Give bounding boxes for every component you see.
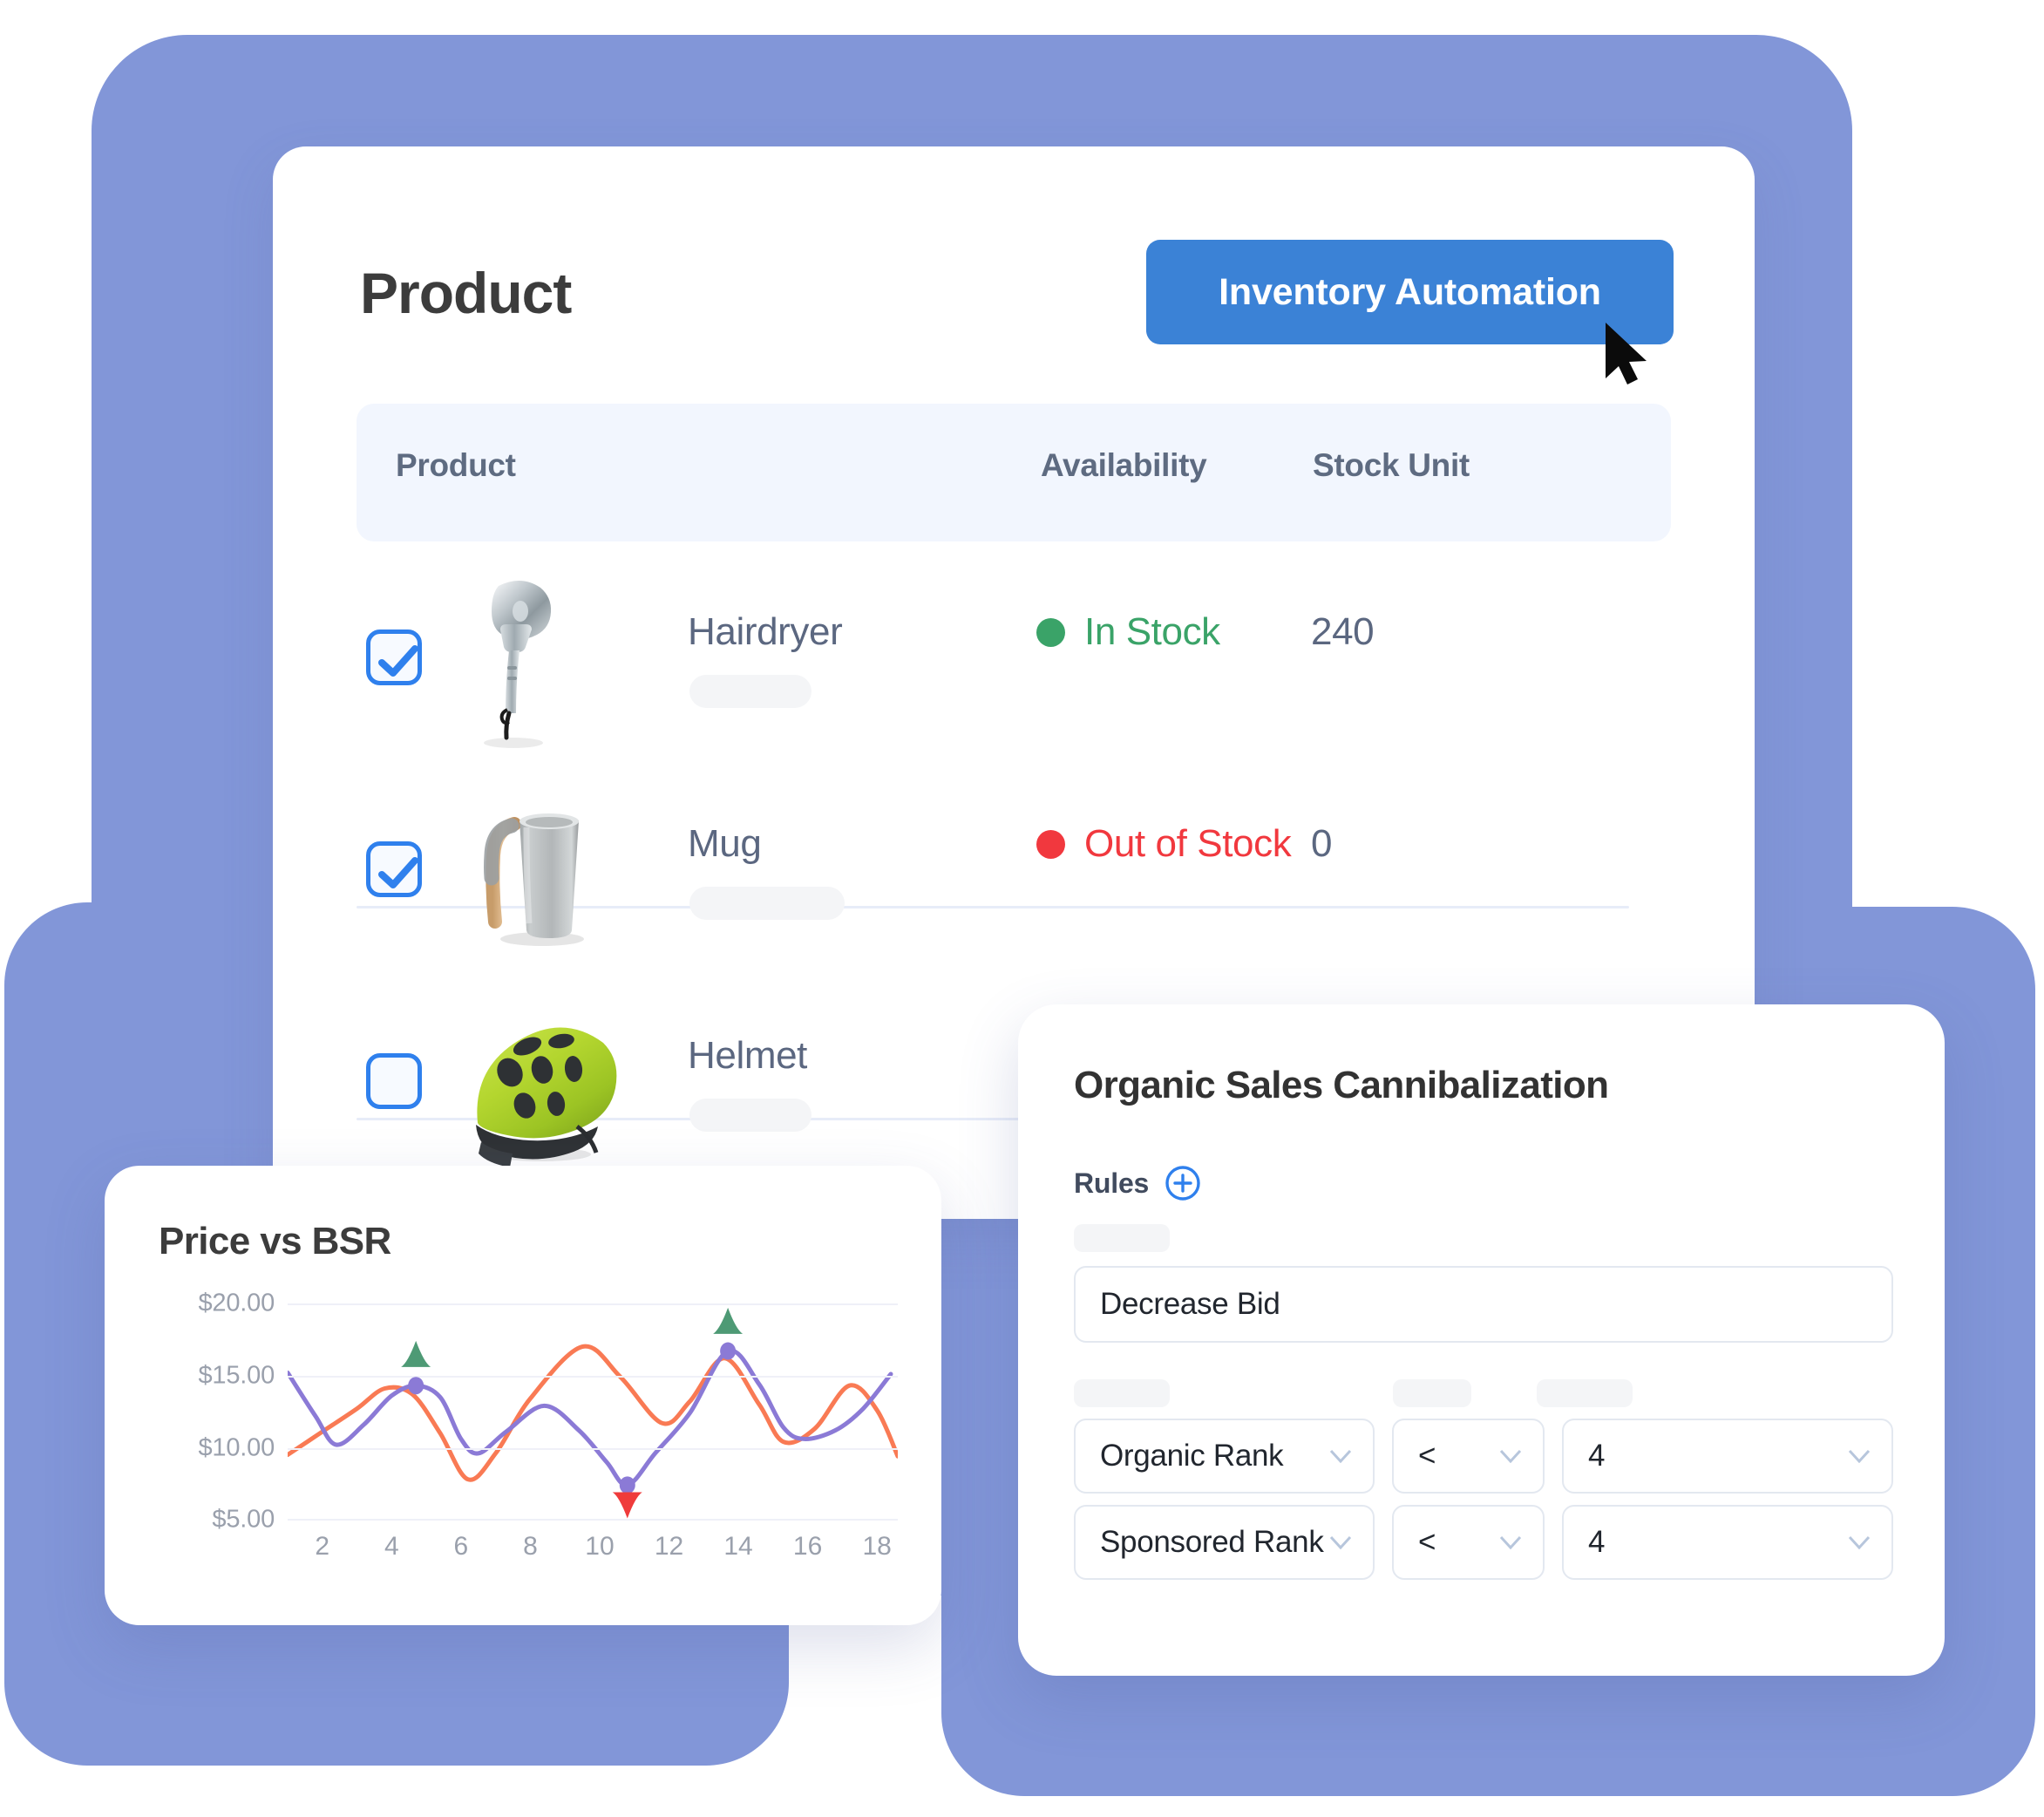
x-tick-label: 12 [654, 1532, 684, 1561]
chart-point-marker [408, 1377, 424, 1395]
condition-metric-select[interactable]: Organic Rank [1074, 1419, 1375, 1494]
action-field-value: Decrease Bid [1100, 1287, 1280, 1321]
column-header-product: Product [396, 447, 516, 483]
chart-x-axis: 2 4 6 8 10 12 14 16 18 [288, 1532, 898, 1574]
availability-label: Out of Stock [1084, 822, 1292, 865]
column-header-stock-unit: Stock Unit [1313, 447, 1470, 483]
product-name: Hairdryer [688, 610, 843, 653]
mug-image [484, 813, 584, 946]
mouse-pointer-icon [1606, 323, 1647, 384]
organic-sales-cannibalization-card: Organic Sales Cannibalization Rules Decr… [1018, 1004, 1945, 1676]
x-tick-label: 10 [585, 1532, 615, 1561]
y-tick-label: $10.00 [198, 1433, 275, 1462]
status-dot-out-of-stock [1036, 829, 1065, 859]
chevron-down-icon [1848, 1449, 1871, 1463]
row-checkbox[interactable] [366, 841, 422, 897]
product-name: Helmet [688, 1034, 807, 1077]
chart-point-marker [619, 1476, 635, 1494]
table-header-row: Product Availability Stock Unit [357, 404, 1671, 541]
composition-stage: Product Inventory Automation Product Ava… [0, 0, 2044, 1817]
chevron-down-icon [1499, 1535, 1522, 1549]
stock-unit-value: 0 [1311, 822, 1333, 865]
field-label-skeleton [1074, 1379, 1170, 1407]
chart-markers [401, 1307, 744, 1519]
chart-point-marker [720, 1342, 737, 1360]
status-dot-in-stock [1036, 617, 1065, 647]
chart-body: $20.00 $15.00 $10.00 $5.00 2 4 6 8 10 12 14 16 1… [139, 1290, 907, 1591]
y-tick-label: $15.00 [198, 1361, 275, 1390]
availability-cell: Out of Stock [1036, 822, 1292, 866]
hairdryer-image [484, 580, 552, 748]
condition-metric-value: Sponsored Rank [1100, 1525, 1324, 1559]
chart-title: Price vs BSR [159, 1220, 391, 1262]
chart-marker-sell-signal [612, 1492, 642, 1519]
condition-operator-select[interactable]: < [1392, 1505, 1545, 1580]
row-checkbox[interactable] [366, 1053, 422, 1109]
inventory-automation-button[interactable]: Inventory Automation [1146, 240, 1674, 344]
table-row: Mug Out of Stock 0 [357, 768, 1671, 980]
rules-row: Rules [1074, 1164, 1202, 1202]
product-name: Mug [688, 822, 762, 865]
x-tick-label: 18 [862, 1532, 892, 1561]
x-tick-label: 4 [384, 1532, 399, 1561]
chevron-down-icon [1499, 1449, 1522, 1463]
x-tick-label: 16 [792, 1532, 823, 1561]
chart-plot-area [288, 1303, 898, 1521]
page-title: Product [360, 261, 572, 325]
plus-circle-icon[interactable] [1164, 1164, 1202, 1202]
field-label-skeleton [1393, 1379, 1471, 1407]
rules-label: Rules [1074, 1167, 1150, 1199]
row-checkbox[interactable] [366, 629, 422, 685]
condition-value: 4 [1588, 1525, 1606, 1559]
product-subtitle-skeleton [689, 675, 811, 708]
product-subtitle-skeleton [689, 1099, 811, 1132]
condition-value-select[interactable]: 4 [1562, 1505, 1893, 1580]
x-tick-label: 2 [315, 1532, 330, 1561]
condition-operator-value: < [1418, 1439, 1436, 1473]
chart-marker-buy-signal [713, 1307, 744, 1334]
helmet-image [476, 1027, 617, 1167]
field-label-skeleton [1537, 1379, 1633, 1407]
chart-y-axis: $20.00 $15.00 $10.00 $5.00 [139, 1290, 275, 1534]
chart-marker-buy-signal [401, 1340, 431, 1367]
chevron-down-icon [1848, 1535, 1871, 1549]
condition-metric-select[interactable]: Sponsored Rank [1074, 1505, 1375, 1580]
rules-card-title: Organic Sales Cannibalization [1074, 1064, 1609, 1106]
y-tick-label: $5.00 [212, 1505, 275, 1534]
column-header-availability: Availability [1041, 447, 1207, 483]
condition-operator-value: < [1418, 1525, 1436, 1559]
condition-value-select[interactable]: 4 [1562, 1419, 1893, 1494]
availability-label: In Stock [1084, 610, 1220, 653]
condition-value: 4 [1588, 1439, 1606, 1473]
x-tick-label: 14 [723, 1532, 753, 1561]
y-tick-label: $20.00 [198, 1289, 275, 1317]
stock-unit-value: 240 [1311, 610, 1375, 653]
condition-metric-value: Organic Rank [1100, 1439, 1284, 1473]
availability-cell: In Stock [1036, 610, 1220, 654]
x-tick-label: 6 [453, 1532, 469, 1561]
chevron-down-icon [1329, 1449, 1352, 1463]
price-vs-bsr-card: Price vs BSR $20.00 $15.00 $10.00 $5.00 … [105, 1166, 941, 1625]
table-row: Hairdryer In Stock 240 [357, 556, 1671, 768]
product-subtitle-skeleton [689, 887, 845, 920]
condition-operator-select[interactable]: < [1392, 1419, 1545, 1494]
field-label-skeleton [1074, 1224, 1170, 1252]
chevron-down-icon [1329, 1535, 1352, 1549]
action-field[interactable]: Decrease Bid [1074, 1266, 1893, 1343]
x-tick-label: 8 [523, 1532, 538, 1561]
